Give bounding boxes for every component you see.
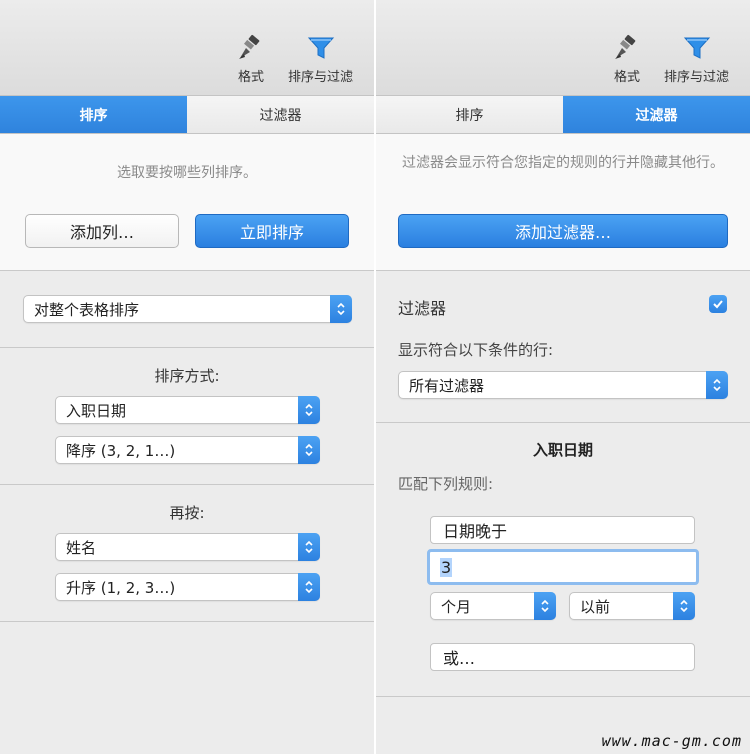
rule-condition-field[interactable]: 日期晚于 bbox=[430, 516, 695, 544]
updown-chevron-icon bbox=[298, 573, 320, 601]
filter-panel: 格式 排序与过滤 排序 过滤器 过滤器会显示符合您指定的规则的行并隐藏其他行。 … bbox=[376, 0, 750, 754]
sort-by-label: 排序方式: bbox=[154, 367, 220, 385]
updown-chevron-icon bbox=[298, 396, 320, 424]
then-by-column-select[interactable]: 姓名 bbox=[55, 533, 320, 561]
then-by-label: 再按: bbox=[169, 504, 205, 522]
format-button[interactable]: 格式 bbox=[612, 34, 642, 85]
tab-bar: 排序 过滤器 bbox=[376, 96, 750, 134]
format-label: 格式 bbox=[613, 70, 640, 85]
rule-direction-select[interactable]: 以前 bbox=[569, 592, 695, 620]
then-by-column-value: 姓名 bbox=[66, 538, 97, 557]
funnel-icon bbox=[683, 37, 710, 59]
filter-rule-section: 入职日期 匹配下列规则: 日期晚于 3 个月 以前 或… bbox=[376, 423, 750, 697]
tab-sort[interactable]: 排序 bbox=[0, 96, 187, 133]
rule-direction-value: 以前 bbox=[580, 597, 611, 616]
show-rows-label: 显示符合以下条件的行: bbox=[398, 341, 554, 359]
filter-actions-section: 过滤器会显示符合您指定的规则的行并隐藏其他行。 添加过滤器… bbox=[376, 134, 750, 271]
rule-unit-select[interactable]: 个月 bbox=[430, 592, 556, 620]
format-button[interactable]: 格式 bbox=[236, 34, 266, 85]
rule-column-title: 入职日期 bbox=[532, 441, 593, 459]
sort-filter-button[interactable]: 排序与过滤 bbox=[664, 34, 729, 85]
add-column-button[interactable]: 添加列… bbox=[25, 214, 179, 248]
sort-rule-1-section: 排序方式: 入职日期 降序 (3, 2, 1…) bbox=[0, 348, 374, 485]
sort-by-column-select[interactable]: 入职日期 bbox=[55, 396, 320, 424]
tab-filter[interactable]: 过滤器 bbox=[563, 96, 750, 133]
match-rules-label: 匹配下列规则: bbox=[398, 475, 494, 493]
add-filter-button[interactable]: 添加过滤器… bbox=[398, 214, 728, 248]
tab-bar: 排序 过滤器 bbox=[0, 96, 374, 134]
sort-scope-select[interactable]: 对整个表格排序 bbox=[23, 295, 352, 323]
paintbrush-icon bbox=[239, 34, 260, 59]
toolbar: 格式 排序与过滤 bbox=[0, 0, 374, 96]
filter-enabled-checkbox[interactable] bbox=[709, 295, 727, 313]
filter-settings-section: 过滤器 显示符合以下条件的行: 所有过滤器 bbox=[376, 271, 750, 423]
updown-chevron-icon bbox=[298, 436, 320, 464]
then-by-order-select[interactable]: 升序 (1, 2, 3…) bbox=[55, 573, 320, 601]
match-select[interactable]: 所有过滤器 bbox=[398, 371, 728, 399]
rule-unit-value: 个月 bbox=[441, 597, 472, 616]
format-label: 格式 bbox=[237, 70, 264, 85]
filter-hint: 过滤器会显示符合您指定的规则的行并隐藏其他行。 bbox=[402, 155, 724, 171]
sort-filter-label: 排序与过滤 bbox=[288, 70, 354, 85]
sort-by-order-value: 降序 (3, 2, 1…) bbox=[66, 441, 176, 460]
sort-filter-label: 排序与过滤 bbox=[664, 70, 730, 85]
updown-chevron-icon bbox=[673, 592, 695, 620]
sort-now-button[interactable]: 立即排序 bbox=[195, 214, 349, 248]
rule-value-input[interactable]: 3 bbox=[427, 549, 699, 585]
sort-actions-section: 选取要按哪些列排序。 添加列… 立即排序 bbox=[0, 134, 374, 271]
updown-chevron-icon bbox=[330, 295, 352, 323]
filter-title: 过滤器 bbox=[398, 299, 447, 318]
tab-filter[interactable]: 过滤器 bbox=[187, 96, 374, 133]
tab-sort[interactable]: 排序 bbox=[376, 96, 563, 133]
sort-hint: 选取要按哪些列排序。 bbox=[117, 165, 257, 181]
scope-section: 对整个表格排序 bbox=[0, 271, 374, 348]
sort-by-order-select[interactable]: 降序 (3, 2, 1…) bbox=[55, 436, 320, 464]
updown-chevron-icon bbox=[298, 533, 320, 561]
toolbar: 格式 排序与过滤 bbox=[376, 0, 750, 96]
sort-scope-value: 对整个表格排序 bbox=[34, 300, 140, 319]
rule-condition-value: 日期晚于 bbox=[443, 522, 508, 541]
paintbrush-icon bbox=[615, 34, 636, 59]
then-by-order-value: 升序 (1, 2, 3…) bbox=[66, 578, 176, 597]
sort-panel: 格式 排序与过滤 排序 过滤器 选取要按哪些列排序。 添加列… 立即排序 对整个… bbox=[0, 0, 374, 754]
updown-chevron-icon bbox=[534, 592, 556, 620]
rule-value-text: 3 bbox=[440, 557, 453, 577]
updown-chevron-icon bbox=[706, 371, 728, 399]
checkmark-icon bbox=[713, 300, 723, 309]
match-select-value: 所有过滤器 bbox=[409, 376, 485, 395]
sort-by-column-value: 入职日期 bbox=[66, 401, 127, 420]
sort-rule-2-section: 再按: 姓名 升序 (1, 2, 3…) bbox=[0, 485, 374, 622]
or-label: 或… bbox=[443, 649, 476, 668]
watermark: www.mac-gm.com bbox=[601, 732, 742, 750]
sort-filter-button[interactable]: 排序与过滤 bbox=[288, 34, 353, 85]
or-button[interactable]: 或… bbox=[430, 643, 695, 671]
funnel-icon bbox=[307, 37, 334, 59]
